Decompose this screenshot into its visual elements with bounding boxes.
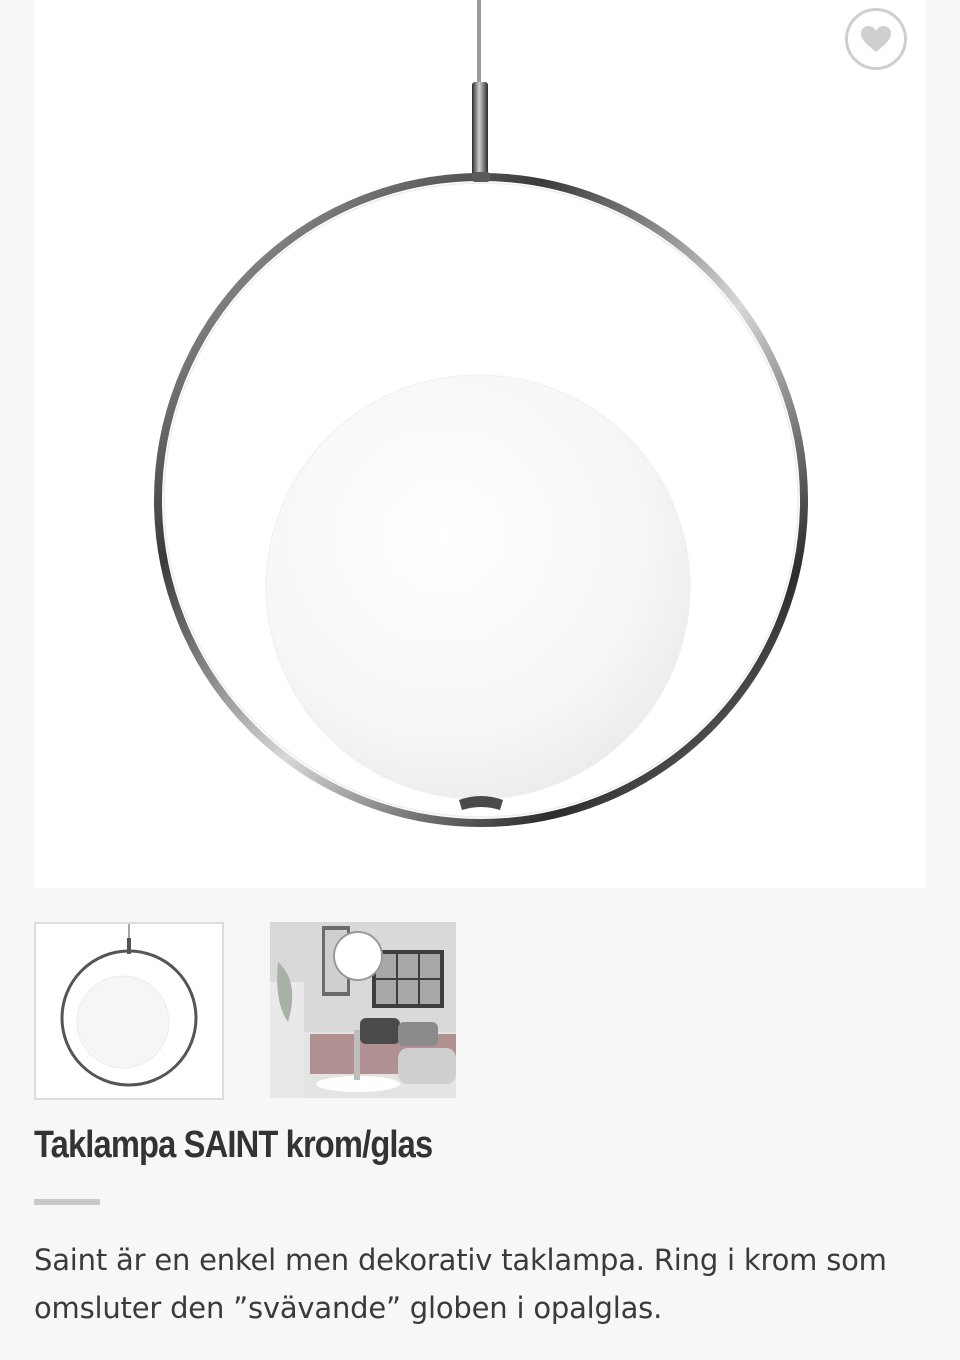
room-interior-photo [270, 922, 456, 1098]
favorite-button[interactable] [845, 8, 907, 70]
lamp-image [154, 0, 808, 827]
lamp-product-photo [36, 924, 222, 1098]
product-description: Saint är en enkel men dekorativ taklampa… [34, 1243, 887, 1325]
title-divider [34, 1199, 100, 1205]
thumbnail-room[interactable] [270, 922, 456, 1098]
thumbnail-lamp[interactable] [34, 922, 224, 1100]
product-main-image[interactable] [34, 0, 926, 888]
heart-icon [861, 26, 891, 52]
product-title: Taklampa SAINT krom/glas [34, 1124, 433, 1166]
thumbnail-gallery [34, 922, 926, 1100]
